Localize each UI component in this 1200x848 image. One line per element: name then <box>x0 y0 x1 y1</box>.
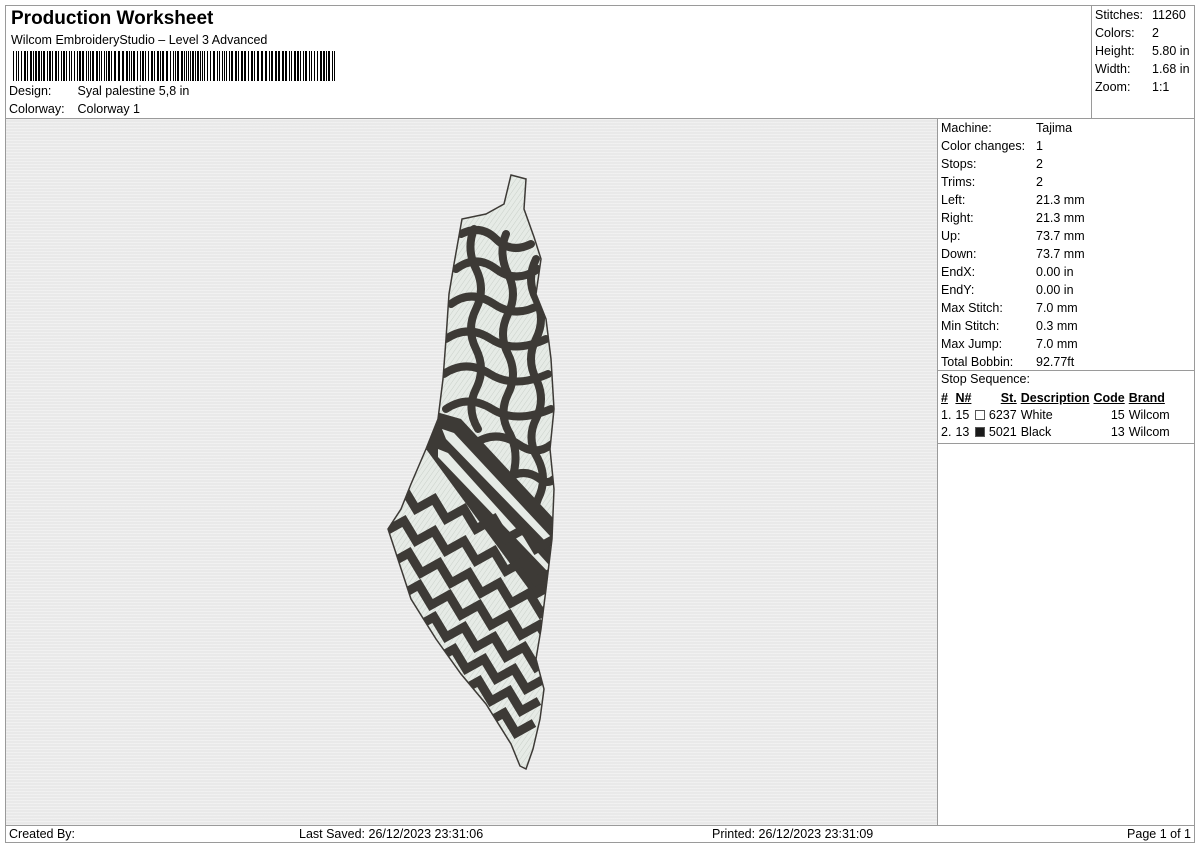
design-value: Syal palestine 5,8 in <box>77 84 190 98</box>
machine-info-label: Machine: <box>941 121 992 135</box>
machine-info-label: Max Jump: <box>941 337 1003 351</box>
machine-info-value: 7.0 mm <box>1036 301 1078 315</box>
machine-info-value: 7.0 mm <box>1036 337 1078 351</box>
design-preview <box>5 118 938 826</box>
design-label: Design: <box>9 84 52 98</box>
machine-info-label: Total Bobbin: <box>941 355 1014 369</box>
column-header: # <box>941 390 948 405</box>
colorway-label: Colorway: <box>9 102 65 116</box>
column-header: Brand <box>1128 390 1165 405</box>
stop-sequence-title: Stop Sequence: <box>941 372 1030 386</box>
machine-info-value: 21.3 mm <box>1036 211 1085 225</box>
machine-info-value: 0.00 in <box>1036 283 1074 297</box>
colorway-row: Colorway: Colorway 1 <box>9 101 140 117</box>
machine-info-value: 21.3 mm <box>1036 193 1085 207</box>
worksheet-footer: Created By: Last Saved: 26/12/2023 23:31… <box>5 825 1195 843</box>
stats-panel: Stitches: 11260 Colors: 2 Height: 5.80 in W… <box>1091 5 1195 119</box>
machine-panel: Machine: Tajima Color changes: 1 Stops: 2 Trim… <box>937 118 1195 371</box>
column-header: Code <box>1093 390 1125 405</box>
machine-info-value: 73.7 mm <box>1036 247 1085 261</box>
barcode <box>13 51 335 81</box>
table-header-row: # N# St. Description Code Brand <box>939 389 1172 406</box>
machine-info-value: 0.3 mm <box>1036 319 1078 333</box>
machine-info-value: 92.77ft <box>1036 355 1075 369</box>
machine-info-value: Tajima <box>1036 121 1073 135</box>
embroidery-design-image <box>387 174 555 770</box>
table-row: 2. 13 5021 Black 13 Wilcom <box>941 424 1170 439</box>
machine-info-value: 73.7 mm <box>1036 229 1085 243</box>
machine-info-label: Down: <box>941 247 977 261</box>
table-row: 1. 15 6237 White 15 Wilcom <box>941 407 1170 422</box>
worksheet-header: Production Worksheet Wilcom EmbroiderySt… <box>5 5 1092 119</box>
column-header: N# <box>955 390 972 405</box>
stop-sequence-table: # N# St. Description Code Brand 1. 15 62… <box>939 389 1172 440</box>
machine-info-label: Min Stitch: <box>941 319 1000 333</box>
created-by: Created By: <box>9 827 76 841</box>
last-saved: Last Saved: 26/12/2023 23:31:06 <box>299 827 484 841</box>
machine-info-label: Right: <box>941 211 974 225</box>
machine-info-value: 2 <box>1036 157 1043 171</box>
color-swatch <box>975 409 986 420</box>
printed-date: Printed: 26/12/2023 23:31:09 <box>712 827 874 841</box>
machine-info-label: EndX: <box>941 265 976 279</box>
stop-sequence-panel: Stop Sequence: # N# St. Description Code… <box>937 370 1195 444</box>
machine-info-label: Left: <box>941 193 966 207</box>
machine-info-label: Max Stitch: <box>941 301 1003 315</box>
machine-info-label: Trims: <box>941 175 976 189</box>
machine-info-value: 0.00 in <box>1036 265 1074 279</box>
machine-info-label: EndY: <box>941 283 975 297</box>
color-swatch <box>975 426 986 437</box>
machine-info-label: Stops: <box>941 157 977 171</box>
machine-info-value: 2 <box>1036 175 1043 189</box>
machine-info-label: Color changes: <box>941 139 1026 153</box>
column-header: Description <box>1020 390 1090 405</box>
design-row: Design: Syal palestine 5,8 in <box>9 83 189 99</box>
machine-info-label: Up: <box>941 229 961 243</box>
machine-info-value: 1 <box>1036 139 1043 153</box>
page-number: Page 1 of 1 <box>1127 827 1191 841</box>
column-header: St. <box>1000 390 1017 405</box>
page-title: Production Worksheet <box>11 8 214 29</box>
colorway-value: Colorway 1 <box>77 102 141 116</box>
software-name: Wilcom EmbroideryStudio – Level 3 Advanc… <box>11 33 268 47</box>
side-panel-empty <box>937 443 1195 826</box>
